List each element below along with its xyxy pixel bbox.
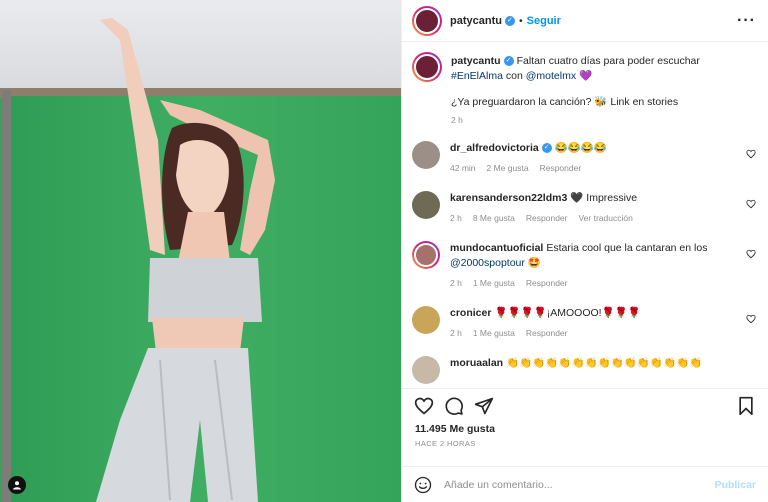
follow-button[interactable]: Seguir (527, 15, 561, 27)
comment-row: karensanderson22ldm3 🖤 Impressive 2 h 8 Me… (412, 191, 756, 226)
post-actions: 11.495 Me gusta HACE 2 HORAS Publicar (402, 388, 768, 502)
caption-time[interactable]: 2 h (451, 115, 463, 125)
comment-time[interactable]: 2 h (450, 278, 462, 288)
comment-body: moruaalan 👏👏👏👏👏👏👏👏👏👏👏👏👏👏👏 (450, 356, 756, 384)
tagged-user-button[interactable] (8, 476, 26, 494)
post-photo[interactable] (0, 0, 401, 502)
comment-input[interactable] (444, 478, 715, 491)
comment-body: cronicer 🌹🌹🌹🌹¡AMOOOO!🌹🌹🌹 2 h 1 Me gusta Res… (450, 306, 756, 341)
caption-emoji: 💜 (579, 70, 593, 82)
verified-badge-icon: ✓ (541, 143, 552, 154)
comment-body: dr_alfredovictoria ✓ 😂😂😂😂 42 min 2 Me gusta… (450, 141, 756, 176)
verified-badge-icon: ✓ (504, 15, 515, 26)
caption-hashtag[interactable]: #EnElAlma (451, 70, 503, 82)
reply-button[interactable]: Responder (526, 213, 568, 223)
caption-text: Faltan cuatro días para poder escuchar (516, 55, 700, 67)
instagram-post-modal: patycantu ✓ • Seguir ··· patycantu ✓ Falta… (0, 0, 768, 502)
comment-time[interactable]: 2 h (450, 328, 462, 338)
emoji-smiley-icon[interactable] (414, 476, 432, 494)
caption-text-2: ¿Ya preguardaron la canción? 🐝 Link en s… (451, 96, 679, 108)
commenter-avatar[interactable] (412, 241, 440, 269)
comment-mention[interactable]: @2000spoptour (450, 257, 525, 269)
author-avatar[interactable] (412, 5, 442, 36)
comment-username[interactable]: dr_alfredovictoria (450, 142, 539, 154)
comment-text: 👏👏👏👏👏👏👏👏👏👏👏👏👏👏👏 (506, 357, 703, 369)
comment-body: mundocantuoficial Estaria cool que la can… (450, 241, 756, 291)
comment-likes[interactable]: 2 Me gusta (487, 163, 529, 173)
caption: patycantu ✓ Faltan cuatro días para poder … (412, 52, 756, 128)
bookmark-icon[interactable] (736, 396, 756, 416)
heart-icon (746, 249, 756, 259)
comment-time[interactable]: 2 h (450, 213, 462, 223)
post-timestamp[interactable]: HACE 2 HORAS (402, 435, 768, 448)
reply-button[interactable]: Responder (540, 163, 582, 173)
like-heart-icon[interactable] (414, 396, 434, 416)
more-options-icon[interactable]: ··· (737, 12, 756, 30)
comment-time[interactable]: 42 min (450, 163, 476, 173)
comment-row: mundocantuoficial Estaria cool que la can… (412, 241, 756, 291)
comment-row: moruaalan 👏👏👏👏👏👏👏👏👏👏👏👏👏👏👏 (412, 356, 756, 384)
caption-username[interactable]: patycantu (451, 55, 501, 67)
publish-button[interactable]: Publicar (715, 479, 756, 491)
add-comment-bar: Publicar (402, 466, 768, 502)
action-icons (402, 389, 768, 417)
heart-icon (746, 199, 756, 209)
comment-username[interactable]: karensanderson22ldm3 (450, 192, 567, 204)
commenter-avatar[interactable] (412, 191, 440, 219)
heart-icon (746, 149, 756, 159)
comment-text: Estaria cool que la cantaran en los (546, 242, 708, 254)
likes-count[interactable]: 11.495 Me gusta (402, 417, 768, 435)
caption-body: patycantu ✓ Faltan cuatro días para poder … (451, 52, 756, 128)
share-send-icon[interactable] (474, 396, 494, 416)
caption-con: con (505, 70, 523, 82)
photo-subject (96, 18, 275, 502)
comments-list[interactable]: patycantu ✓ Faltan cuatro días para poder … (402, 43, 768, 388)
comment-username[interactable]: moruaalan (450, 357, 503, 369)
author-username[interactable]: patycantu (450, 15, 502, 27)
like-comment-button[interactable] (746, 149, 756, 159)
like-comment-button[interactable] (746, 314, 756, 324)
commenter-avatar[interactable] (412, 141, 440, 169)
comment-likes[interactable]: 8 Me gusta (473, 213, 515, 223)
comment-likes[interactable]: 1 Me gusta (473, 328, 515, 338)
like-comment-button[interactable] (746, 249, 756, 259)
comment-row: cronicer 🌹🌹🌹🌹¡AMOOOO!🌹🌹🌹 2 h 1 Me gusta Res… (412, 306, 756, 341)
comment-likes[interactable]: 1 Me gusta (473, 278, 515, 288)
comment-text: 😂😂😂😂 (554, 142, 607, 154)
commenter-avatar[interactable] (412, 356, 440, 384)
comment-text: 🌹🌹🌹🌹¡AMOOOO!🌹🌹🌹 (494, 307, 641, 319)
comment-username[interactable]: mundocantuoficial (450, 242, 543, 254)
reply-button[interactable]: Responder (526, 328, 568, 338)
commenter-avatar[interactable] (412, 306, 440, 334)
caption-mention[interactable]: @motelmx (526, 70, 576, 82)
translate-button[interactable]: Ver traducción (578, 213, 632, 223)
comment-row: dr_alfredovictoria ✓ 😂😂😂😂 42 min 2 Me gusta… (412, 141, 756, 176)
post-header: patycantu ✓ • Seguir ··· (402, 0, 768, 42)
heart-icon (746, 314, 756, 324)
comment-text: 🖤 Impressive (570, 192, 638, 204)
post-sidebar: patycantu ✓ • Seguir ··· patycantu ✓ Falta… (401, 0, 768, 502)
comment-username[interactable]: cronicer (450, 307, 491, 319)
verified-badge-icon: ✓ (503, 56, 514, 67)
comment-emoji: 🤩 (527, 257, 541, 269)
reply-button[interactable]: Responder (526, 278, 568, 288)
caption-avatar[interactable] (412, 52, 442, 82)
person-icon (13, 481, 21, 490)
comment-body: karensanderson22ldm3 🖤 Impressive 2 h 8 Me… (450, 191, 756, 226)
header-separator: • (518, 14, 523, 27)
comment-bubble-icon[interactable] (444, 396, 464, 416)
like-comment-button[interactable] (746, 199, 756, 209)
